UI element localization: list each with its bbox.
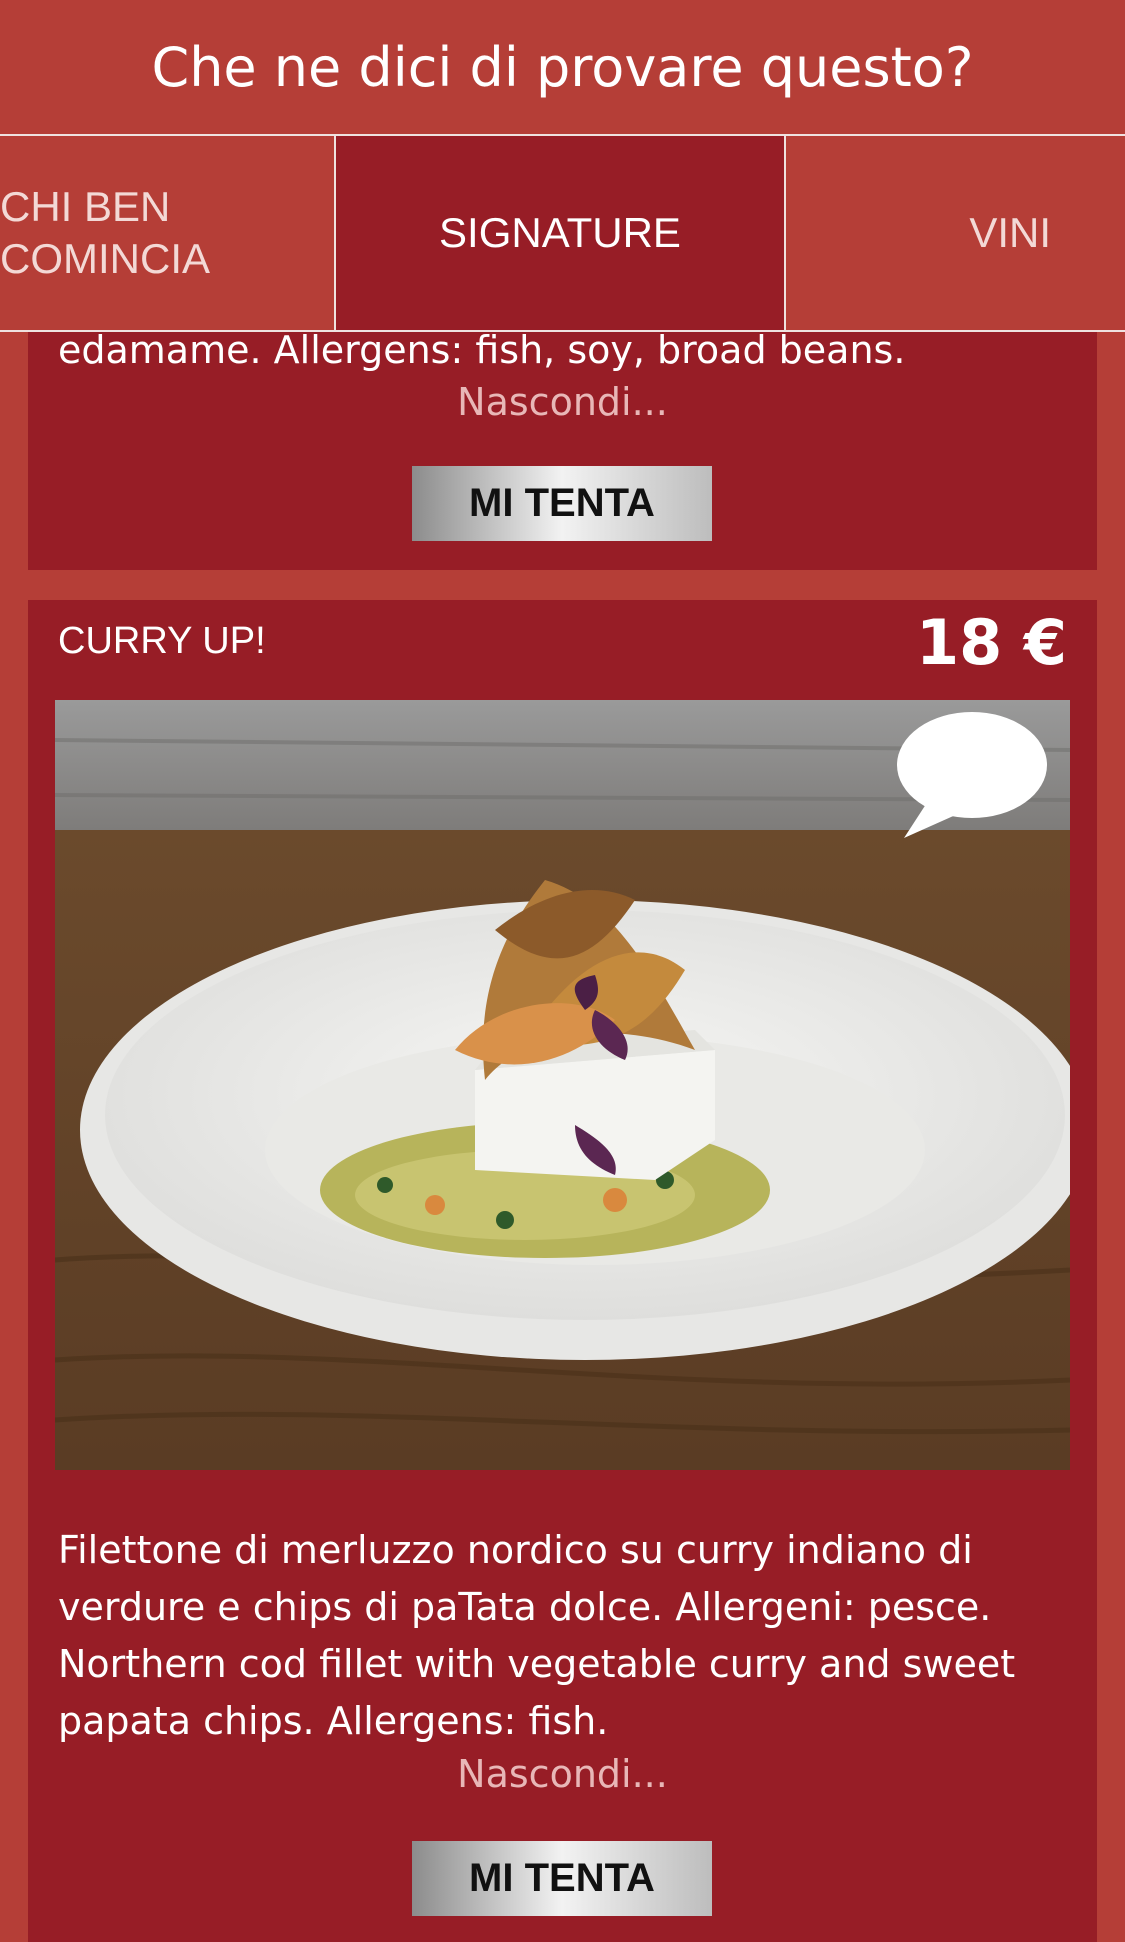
page-header: Che ne dici di provare questo?	[0, 0, 1125, 136]
hide-description-link[interactable]: Nascondi...	[28, 1752, 1097, 1796]
tab-label: VINI	[969, 209, 1051, 256]
speech-bubble-icon	[897, 712, 1047, 838]
comment-icon[interactable]	[890, 710, 1050, 849]
hide-description-link[interactable]: Nascondi...	[28, 380, 1097, 424]
tab-label: SIGNATURE	[439, 209, 681, 256]
tab-chi-ben-comincia[interactable]: CHI BEN COMINCIA	[0, 136, 336, 330]
tempt-button[interactable]: MI TENTA	[412, 466, 712, 541]
tab-vini[interactable]: VINI	[786, 136, 1125, 330]
menu-item-card-previous: edamame. Allergens: fish, soy, broad bea…	[28, 300, 1097, 570]
tab-label: CHI BEN COMINCIA	[0, 183, 210, 282]
page-title: Che ne dici di provare questo?	[151, 35, 974, 99]
tempt-button[interactable]: MI TENTA	[412, 1841, 712, 1916]
item-price: 18 €	[915, 606, 1067, 679]
tab-signature[interactable]: SIGNATURE	[336, 136, 786, 330]
category-tabs: CHI BEN COMINCIA SIGNATURE VINI	[0, 136, 1125, 332]
item-description: Filettone di merluzzo nordico su curry i…	[58, 1528, 1016, 1743]
menu-item-card: CURRY UP! 18 € Filettone di merluzzo nor…	[28, 600, 1097, 1942]
dish-photo[interactable]	[55, 700, 1070, 1470]
item-title: CURRY UP!	[58, 620, 266, 662]
